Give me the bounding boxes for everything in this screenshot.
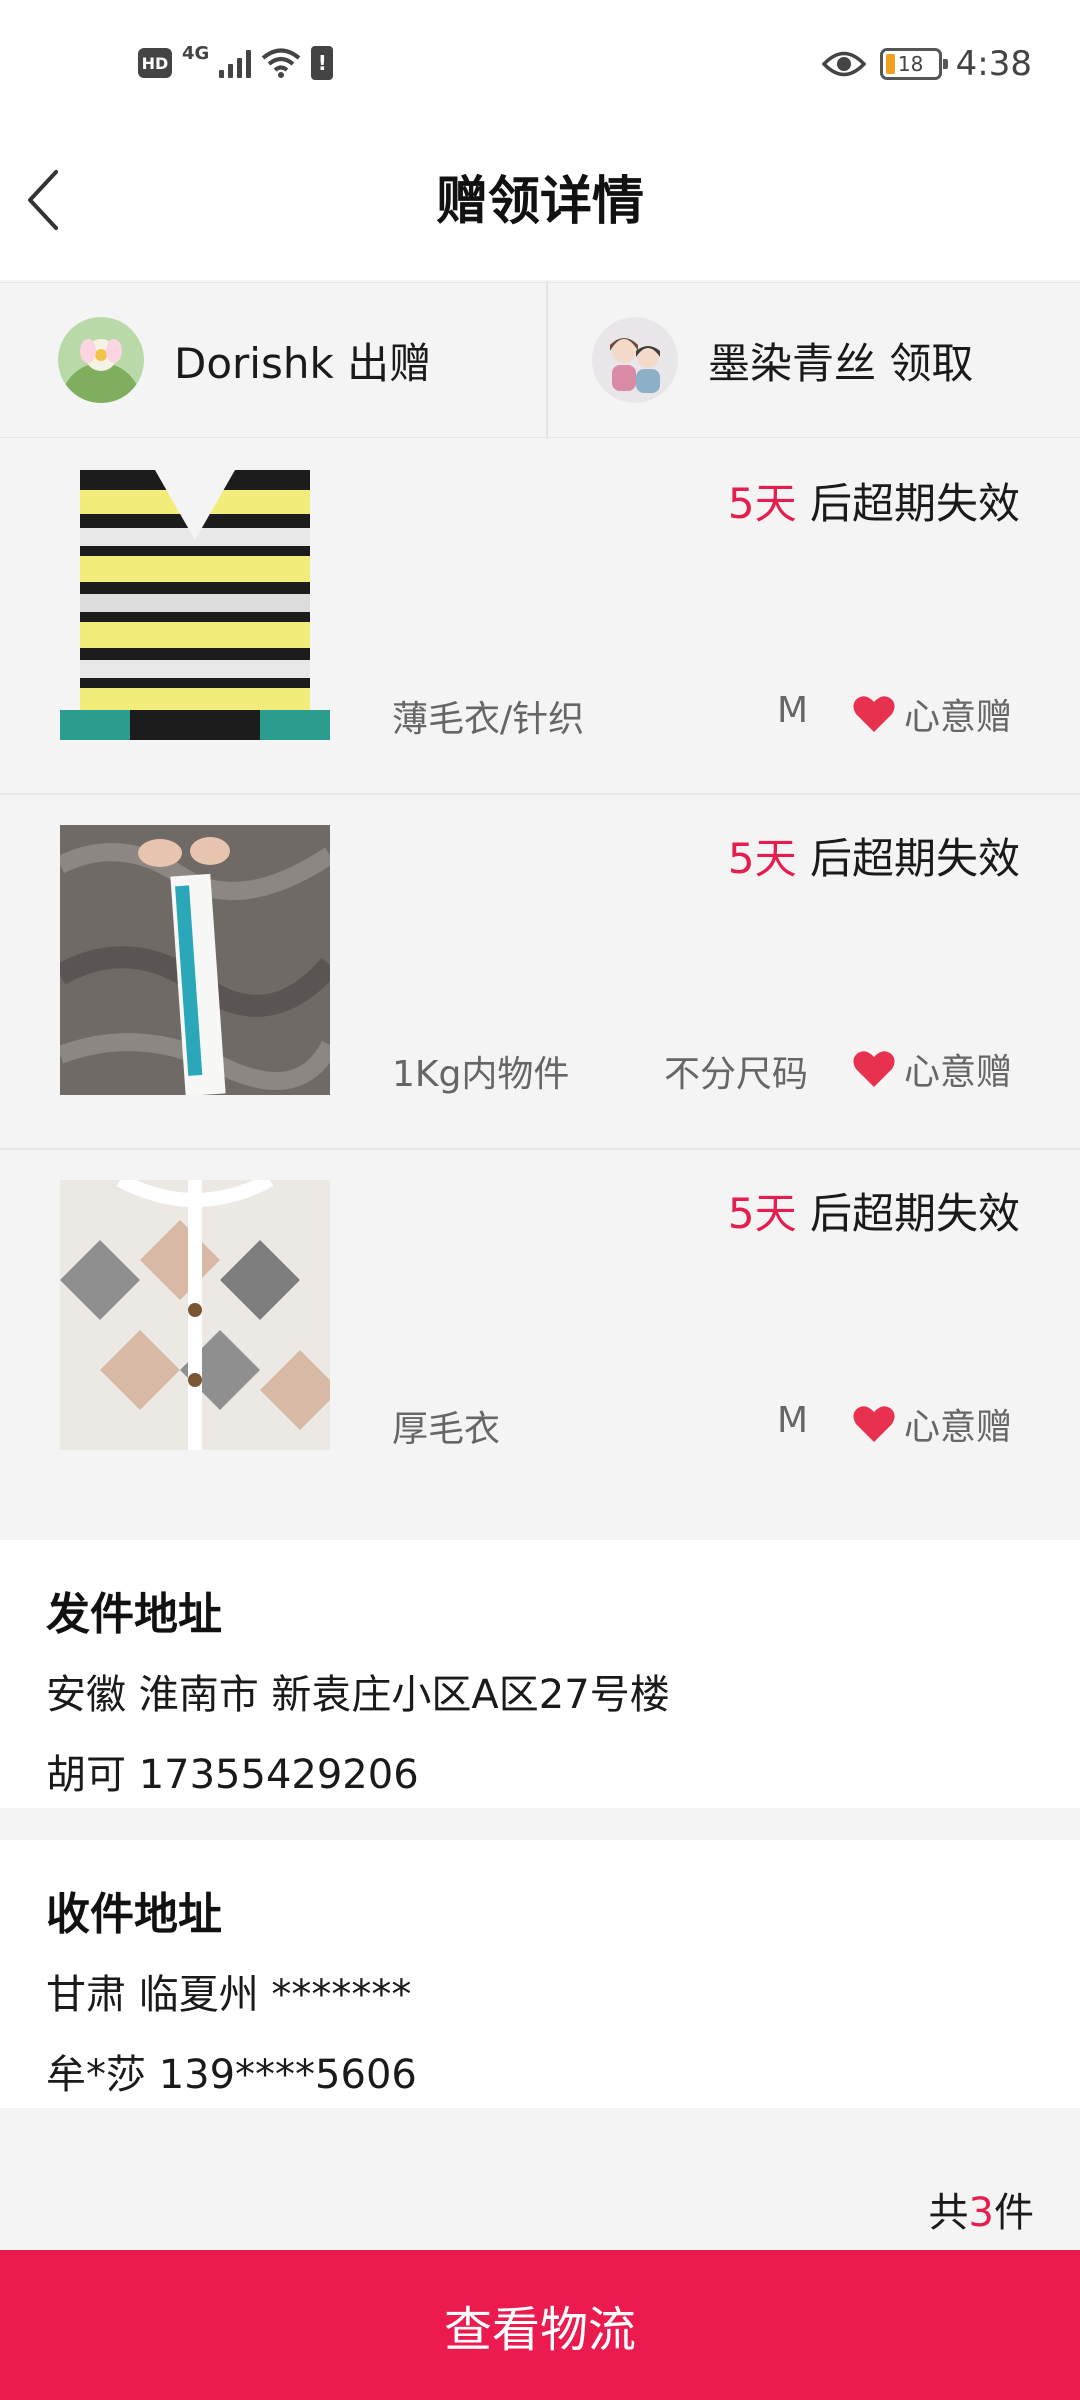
receiver-label: 墨染青丝 领取: [708, 338, 974, 388]
status-right: 18 4:38: [821, 44, 1032, 84]
item-total: 共3件: [929, 2180, 1034, 2238]
wifi-icon: [262, 48, 301, 78]
recipient-address-card: 收件地址 甘肃 临夏州 ******* 牟*莎 139****5606: [0, 1840, 1080, 2108]
expiry-suffix: 后超期失效: [796, 834, 1020, 883]
item-size: M: [776, 1400, 808, 1441]
page-title: 赠领详情: [435, 172, 644, 232]
total-count: 3: [968, 2190, 994, 2236]
item-photo[interactable]: [60, 1180, 330, 1450]
gift-tag-label: 心意赠: [903, 1407, 1012, 1448]
recipient-contact-line: 牟*莎 139****5606: [46, 2052, 417, 2098]
gift-tag-label: 心意赠: [903, 1052, 1012, 1093]
heart-icon: [853, 1406, 895, 1442]
list-item[interactable]: 5天 后超期失效 1Kg内物件 不分尺码 心意赠: [0, 795, 1080, 1150]
list-item[interactable]: 5天 后超期失效 薄毛衣/针织 M 心意赠: [0, 440, 1080, 795]
status-left: HD 4G !: [138, 42, 334, 80]
heart-icon: [853, 696, 895, 732]
expiry-suffix: 后超期失效: [796, 479, 1020, 528]
hd-icon: HD: [138, 48, 172, 78]
heart-icon: [853, 1051, 895, 1087]
item-photo[interactable]: [60, 470, 330, 740]
eye-comfort-icon: [821, 51, 866, 77]
item-category: 厚毛衣: [392, 1409, 501, 1450]
signal-icon: [219, 48, 252, 78]
expiry-text: 5天 后超期失效: [728, 470, 1020, 531]
expiry-text: 5天 后超期失效: [728, 825, 1020, 886]
total-suffix: 件: [994, 2190, 1034, 2236]
view-logistics-button[interactable]: 查看物流: [0, 2250, 1080, 2400]
receiver-avatar[interactable]: [592, 317, 678, 403]
app-header: 赠领详情: [0, 130, 1080, 280]
expiry-days: 5天: [727, 1189, 797, 1238]
item-photo[interactable]: [60, 825, 330, 1095]
gift-tag: 心意赠: [852, 1398, 1012, 1450]
gift-tag-label: 心意赠: [903, 697, 1012, 738]
sender-address-title: 发件地址: [46, 1589, 222, 1640]
total-prefix: 共: [928, 2190, 969, 2236]
expiry-text: 5天 后超期失效: [728, 1180, 1020, 1241]
status-bar: HD 4G ! 18 4:38: [0, 0, 1080, 130]
item-size: 不分尺码: [663, 1054, 808, 1095]
list-item[interactable]: 5天 后超期失效 厚毛衣 M 心意赠: [0, 1150, 1080, 1505]
recipient-address-title: 收件地址: [46, 1889, 222, 1940]
recipient-address-line: 甘肃 临夏州 *******: [46, 1972, 412, 2018]
sender-contact-line: 胡可 17355429206: [46, 1752, 419, 1798]
gift-tag: 心意赠: [852, 1043, 1012, 1095]
giver-party[interactable]: Dorishk 出赠: [0, 283, 546, 437]
battery-icon: 18: [879, 48, 948, 80]
sender-address-card: 发件地址 安徽 淮南市 新袁庄小区A区27号楼 胡可 17355429206: [0, 1540, 1080, 1808]
item-category: 1Kg内物件: [392, 1054, 570, 1095]
expiry-suffix: 后超期失效: [796, 1189, 1020, 1238]
network-label: 4G: [182, 42, 210, 64]
sender-address-line: 安徽 淮南市 新袁庄小区A区27号楼: [46, 1672, 670, 1718]
expiry-days: 5天: [727, 479, 797, 528]
receiver-party[interactable]: 墨染青丝 领取: [546, 283, 1080, 437]
giver-avatar[interactable]: [58, 317, 144, 403]
item-size: M: [776, 690, 808, 731]
parties-row: Dorishk 出赠 墨染青丝 领取: [0, 282, 1080, 438]
item-category: 薄毛衣/针织: [392, 699, 585, 740]
expiry-days: 5天: [727, 834, 797, 883]
battery-level: 18: [897, 52, 924, 76]
battery-alert-icon: !: [311, 46, 334, 80]
gift-tag: 心意赠: [852, 688, 1012, 740]
clock: 4:38: [955, 44, 1032, 84]
item-list: 5天 后超期失效 薄毛衣/针织 M 心意赠 5天 后超期失效 1Kg内物件 不分…: [0, 440, 1080, 1505]
giver-label: Dorishk 出赠: [174, 338, 432, 388]
